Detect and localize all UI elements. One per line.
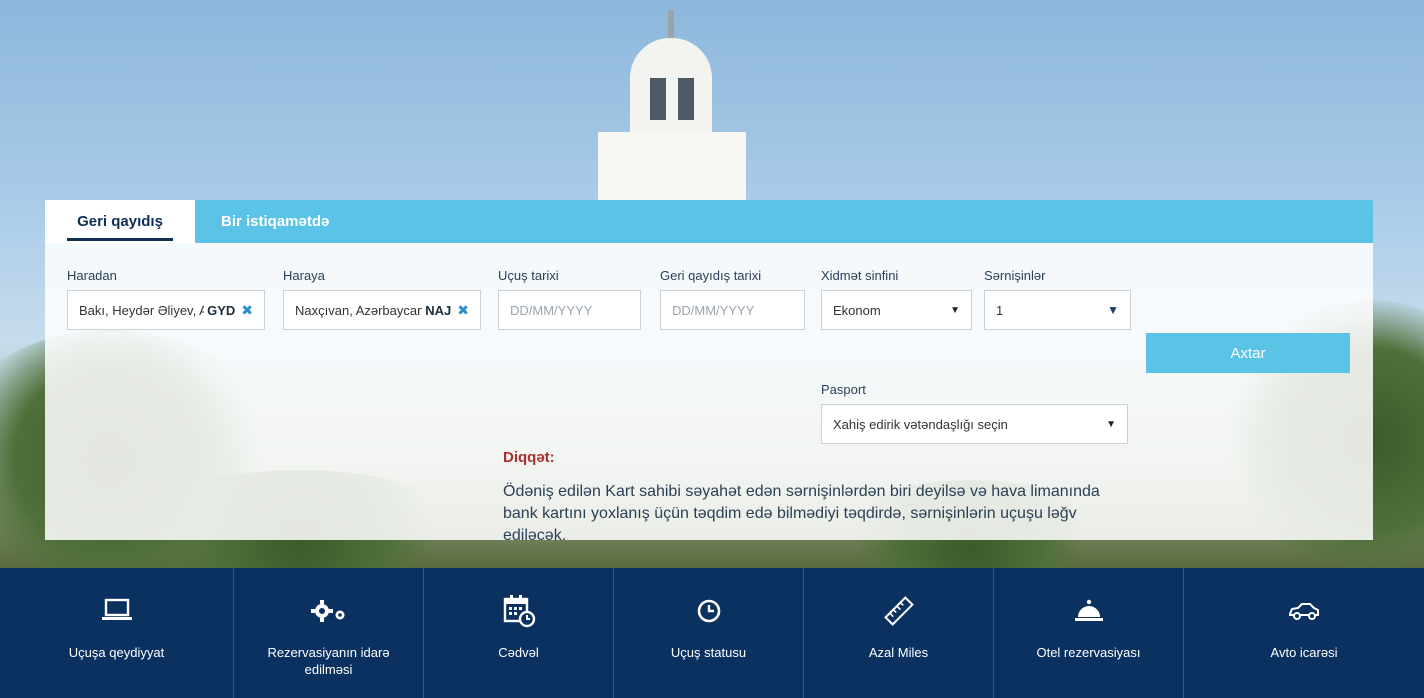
- nav-item-manage-booking[interactable]: Rezervasiyanın idarə edilməsi: [234, 568, 424, 698]
- destination-input[interactable]: Naxçıvan, Azərbaycan NAJ ✖: [283, 290, 481, 330]
- tab-round-trip[interactable]: Geri qayıdış: [45, 200, 195, 243]
- nav-label: Rezervasiyanın idarə edilməsi: [267, 645, 390, 677]
- minaret-window: [650, 78, 666, 120]
- clear-destination-icon[interactable]: ✖: [457, 302, 469, 319]
- destination-label: Haraya: [283, 268, 325, 283]
- service-class-label: Xidmət sinfini: [821, 268, 899, 283]
- ruler-icon: [883, 594, 915, 628]
- destination-field: Haraya Naxçıvan, Azərbaycan NAJ ✖: [283, 268, 481, 330]
- destination-code: NAJ: [425, 302, 452, 318]
- car-icon: [1287, 594, 1321, 628]
- service-class-value: Ekonom: [833, 302, 881, 318]
- clock-icon: [696, 594, 722, 628]
- flight-search-panel: Geri qayıdış Bir istiqamətdə Haradan Bak…: [45, 200, 1373, 544]
- origin-field: Haradan Bakı, Heydər Əliyev, A GYD ✖: [67, 268, 265, 330]
- minaret: [630, 38, 712, 138]
- passport-value: Xahiş edirik vətəndaşlığı seçin: [833, 416, 1008, 432]
- trip-type-tabs: Geri qayıdış Bir istiqamətdə: [45, 200, 1373, 243]
- clear-origin-icon[interactable]: ✖: [241, 302, 253, 319]
- passport-label: Pasport: [821, 382, 866, 397]
- origin-label: Haradan: [67, 268, 117, 283]
- return-date-placeholder: DD/MM/YYYY: [672, 302, 755, 318]
- origin-input[interactable]: Bakı, Heydər Əliyev, A GYD ✖: [67, 290, 265, 330]
- departure-date-input[interactable]: DD/MM/YYYY: [498, 290, 641, 330]
- dropdown-caret-icon: ▼: [1106, 418, 1116, 430]
- minaret-balcony: [598, 132, 746, 202]
- search-form: Haradan Bakı, Heydər Əliyev, A GYD ✖ Har…: [45, 243, 1373, 544]
- gears-icon: [309, 594, 349, 628]
- passengers-select[interactable]: 1 ▼: [984, 290, 1131, 330]
- services-nav: Uçuşa qeydiyyat Rezervasiyanın idarə edi…: [0, 568, 1424, 698]
- nav-item-hotel-booking[interactable]: Otel rezervasiyası: [994, 568, 1184, 698]
- nav-label: Otel rezervasiyası: [1036, 645, 1141, 660]
- passport-field: Pasport Xahiş edirik vətəndaşlığı seçin …: [821, 382, 1128, 444]
- passengers-value: 1: [996, 302, 1004, 318]
- passengers-label: Sərnişinlər: [984, 268, 1046, 283]
- return-date-input[interactable]: DD/MM/YYYY: [660, 290, 805, 330]
- departure-date-placeholder: DD/MM/YYYY: [510, 302, 593, 318]
- dropdown-caret-icon: ▼: [950, 304, 960, 316]
- passport-select[interactable]: Xahiş edirik vətəndaşlığı seçin ▼: [821, 404, 1128, 444]
- minaret-window: [678, 78, 694, 120]
- nav-item-schedule[interactable]: Cədvəl: [424, 568, 614, 698]
- attention-notice: Diqqət: Ödəniş edilən Kart sahibi səyahə…: [503, 449, 1113, 547]
- origin-code: GYD: [207, 302, 236, 318]
- passengers-field: Sərnişinlər 1 ▼: [984, 268, 1131, 330]
- search-button[interactable]: Axtar: [1146, 333, 1350, 373]
- nav-label: Avto icarəsi: [1270, 645, 1338, 660]
- service-bell-icon: [1073, 594, 1105, 628]
- service-class-select[interactable]: Ekonom ▼: [821, 290, 972, 330]
- nav-item-car-rental[interactable]: Avto icarəsi: [1184, 568, 1424, 698]
- service-class-field: Xidmət sinfini Ekonom ▼: [821, 268, 972, 330]
- destination-value: Naxçıvan, Azərbaycan: [295, 302, 423, 318]
- return-date-label: Geri qayıdış tarixi: [660, 268, 762, 283]
- laptop-icon: [101, 594, 133, 628]
- nav-item-flight-status[interactable]: Uçuş statusu: [614, 568, 804, 698]
- return-date-field: Geri qayıdış tarixi DD/MM/YYYY: [660, 268, 805, 330]
- nav-label: Uçuşa qeydiyyat: [68, 645, 165, 660]
- dropdown-caret-icon: ▼: [1107, 303, 1119, 317]
- departure-date-label: Uçuş tarixi: [498, 268, 559, 283]
- nav-label: Cədvəl: [498, 645, 539, 660]
- notice-text: Ödəniş edilən Kart sahibi səyahət edən s…: [503, 483, 1100, 544]
- origin-value: Bakı, Heydər Əliyev, A: [79, 302, 205, 318]
- departure-date-field: Uçuş tarixi DD/MM/YYYY: [498, 268, 641, 330]
- calendar-clock-icon: [502, 594, 536, 628]
- nav-label: Azal Miles: [868, 645, 929, 660]
- nav-item-azal-miles[interactable]: Azal Miles: [804, 568, 994, 698]
- notice-title: Diqqət:: [503, 449, 555, 466]
- nav-label: Uçuş statusu: [670, 645, 747, 660]
- nav-item-check-in[interactable]: Uçuşa qeydiyyat: [0, 568, 234, 698]
- tab-one-way[interactable]: Bir istiqamətdə: [195, 200, 355, 243]
